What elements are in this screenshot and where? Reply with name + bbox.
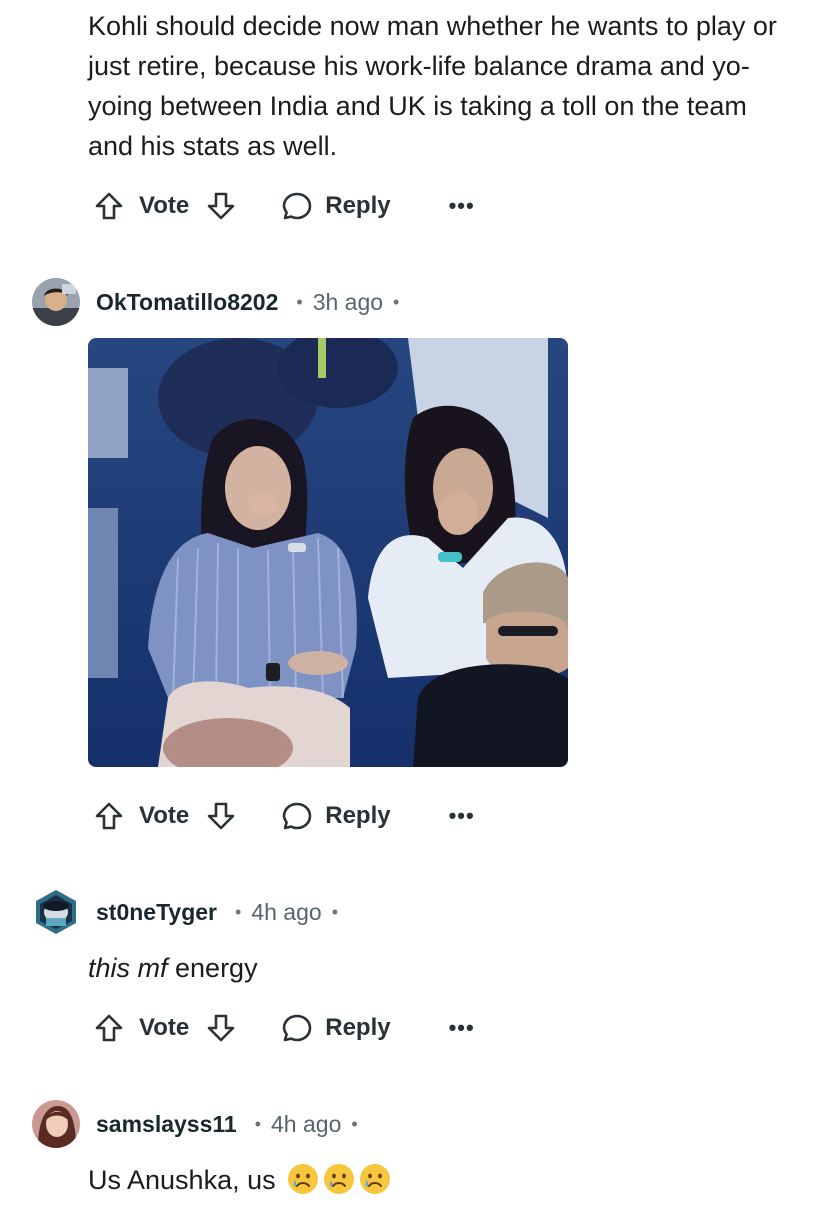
arrow-up-icon <box>95 1014 123 1042</box>
speech-bubble-icon <box>282 192 312 220</box>
comment-actions: Vote Reply ••• <box>93 1008 475 1048</box>
avatar[interactable] <box>32 1100 80 1148</box>
upvote-button[interactable] <box>93 800 125 832</box>
username[interactable]: samslayss11 <box>96 1111 237 1138</box>
arrow-up-icon <box>95 802 123 830</box>
comment-header: samslayss11 • 4h ago • <box>32 1099 368 1149</box>
sad-tear-face-emoji <box>360 1164 391 1194</box>
vote-count: Vote <box>139 192 190 219</box>
reply-button[interactable]: Reply <box>281 1012 391 1044</box>
username[interactable]: st0neTyger <box>96 899 217 926</box>
reply-label: Reply <box>325 802 391 829</box>
timestamp: 4h ago <box>251 898 322 925</box>
speech-bubble-icon <box>282 1014 312 1042</box>
more-options-button[interactable]: ••• <box>449 803 475 829</box>
comment-header: st0neTyger • 4h ago • <box>32 887 348 937</box>
italic-text: this mf <box>88 953 168 983</box>
comment-header: OkTomatillo8202 • 3h ago • <box>32 277 409 327</box>
avatar[interactable] <box>32 278 80 326</box>
avatar[interactable] <box>32 888 80 936</box>
reply-button[interactable]: Reply <box>281 190 391 222</box>
separator-dot: • <box>331 901 338 922</box>
comment-actions: Vote Reply ••• <box>93 796 475 836</box>
sad-tear-face-emoji <box>288 1164 319 1194</box>
more-options-button[interactable]: ••• <box>449 193 475 219</box>
arrow-up-icon <box>95 192 123 220</box>
separator-dot: • <box>393 291 400 312</box>
arrow-down-icon <box>207 802 235 830</box>
reply-label: Reply <box>325 192 391 219</box>
comment-body: Us Anushka, us <box>88 1160 391 1200</box>
separator-dot: • <box>254 1113 262 1134</box>
separator-dot: • <box>235 901 242 922</box>
speech-bubble-icon <box>282 802 312 830</box>
vote-count: Vote <box>139 1014 190 1041</box>
body-text: energy <box>167 953 258 983</box>
username[interactable]: OkTomatillo8202 <box>96 289 278 316</box>
separator-dot: • <box>296 291 303 312</box>
comment-image[interactable] <box>88 338 568 767</box>
separator-dot: • <box>351 1113 358 1134</box>
downvote-button[interactable] <box>205 190 237 222</box>
timestamp: 4h ago <box>271 1110 342 1137</box>
timestamp: 3h ago <box>312 288 384 315</box>
arrow-down-icon <box>207 192 235 220</box>
sad-tear-face-emoji <box>324 1164 355 1194</box>
comment-actions: Vote Reply ••• <box>93 186 475 226</box>
more-options-button[interactable]: ••• <box>449 1015 475 1041</box>
upvote-button[interactable] <box>93 190 125 222</box>
upvote-button[interactable] <box>93 1012 125 1044</box>
comment-body: Kohli should decide now man whether he w… <box>88 11 777 161</box>
body-text: Us Anushka, us <box>88 1165 276 1195</box>
reply-label: Reply <box>325 1014 391 1041</box>
vote-count: Vote <box>139 802 190 829</box>
downvote-button[interactable] <box>205 800 237 832</box>
reply-button[interactable]: Reply <box>281 800 391 832</box>
comment-body: this mf energy <box>88 948 258 988</box>
downvote-button[interactable] <box>205 1012 237 1044</box>
arrow-down-icon <box>207 1014 235 1042</box>
